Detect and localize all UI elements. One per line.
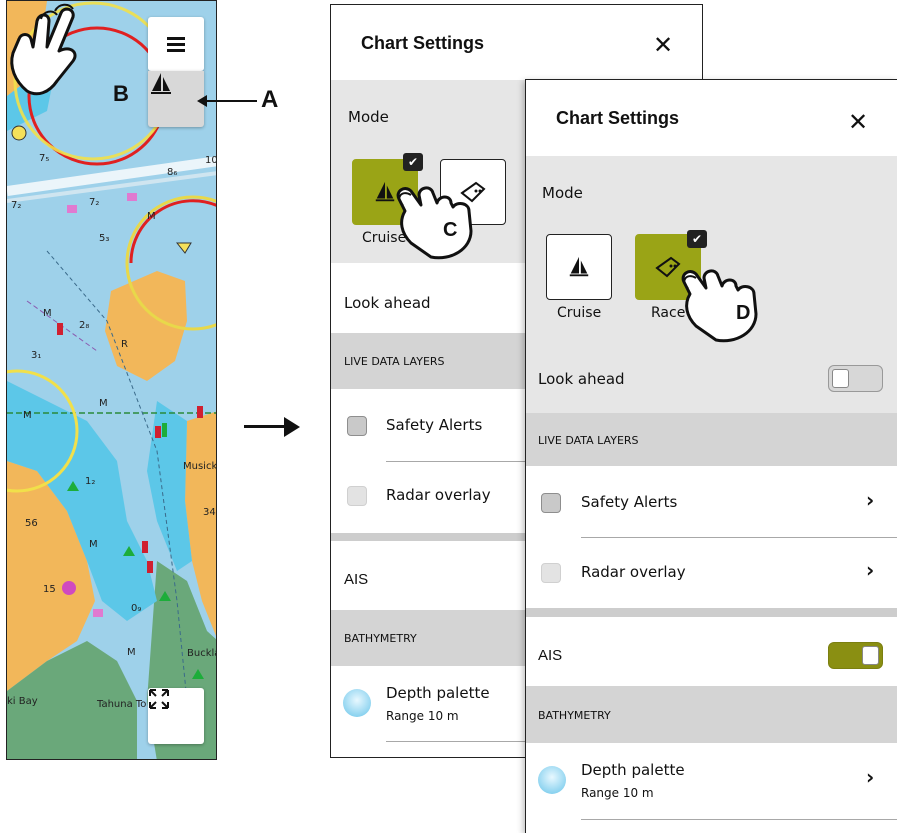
svg-text:56: 56 <box>25 518 38 529</box>
divider <box>581 819 897 820</box>
radar-overlay-label[interactable]: Radar overlay <box>581 563 897 581</box>
check-icon: ✔ <box>687 230 707 248</box>
svg-text:7₅: 7₅ <box>39 153 49 164</box>
pointing-hand-icon <box>396 186 473 260</box>
chart-settings-button[interactable] <box>148 71 204 127</box>
radar-overlay-checkbox[interactable] <box>541 563 561 583</box>
svg-text:7₂: 7₂ <box>89 197 99 208</box>
menu-icon <box>167 34 185 55</box>
svg-text:34: 34 <box>203 507 216 518</box>
panel-title: Chart Settings <box>361 33 485 53</box>
panel-title: Chart Settings <box>556 108 680 128</box>
svg-text:M: M <box>23 410 32 421</box>
toggle-knob <box>832 369 849 388</box>
cruise-label: Cruise <box>557 305 602 321</box>
depth-palette-icon <box>538 766 566 794</box>
pointing-hand-icon <box>10 3 77 96</box>
svg-text:R: R <box>121 339 128 350</box>
svg-text:2₈: 2₈ <box>79 320 89 331</box>
cruise-mode-button[interactable] <box>546 234 612 300</box>
close-icon[interactable]: ✕ <box>653 31 673 59</box>
svg-text:M: M <box>147 211 156 222</box>
depth-palette-label[interactable]: Depth palette <box>581 761 897 779</box>
ais-toggle[interactable] <box>828 642 883 669</box>
svg-text:15: 15 <box>43 584 56 595</box>
depth-range-label: Range 10 m <box>581 786 654 800</box>
radar-overlay-checkbox[interactable] <box>347 486 367 506</box>
callout-b: B <box>113 81 129 106</box>
fullscreen-icon <box>149 689 169 709</box>
chevron-right-icon[interactable]: › <box>866 558 874 582</box>
svg-text:3₁: 3₁ <box>31 350 41 361</box>
sailboat-icon <box>151 73 171 94</box>
sailboat-icon <box>569 256 589 277</box>
chevron-right-icon[interactable]: › <box>866 488 874 512</box>
svg-text:M: M <box>89 539 98 550</box>
close-icon[interactable]: ✕ <box>848 108 868 136</box>
pointing-hand-icon <box>681 269 758 343</box>
svg-text:10: 10 <box>205 155 217 166</box>
chart-settings-panel: Chart Settings ✕ Mode ✔ Cruise Race D Lo… <box>525 79 897 833</box>
menu-button[interactable] <box>148 17 204 71</box>
svg-text:Buckla: Buckla <box>187 648 217 659</box>
look-ahead-toggle[interactable] <box>828 365 883 392</box>
callout-a-line <box>201 100 257 102</box>
svg-text:7₂: 7₂ <box>11 200 21 211</box>
svg-text:M: M <box>99 398 108 409</box>
spacer <box>526 608 897 617</box>
svg-text:Tahuna To: Tahuna To <box>96 699 146 710</box>
check-icon: ✔ <box>403 153 423 171</box>
callout-a: A <box>261 86 279 113</box>
svg-text:8₆: 8₆ <box>167 167 177 178</box>
toggle-knob <box>862 646 879 665</box>
svg-text:ki Bay: ki Bay <box>7 696 38 707</box>
svg-text:Musick Po: Musick Po <box>183 461 217 472</box>
svg-text:5₃: 5₃ <box>99 233 109 244</box>
chart-map[interactable]: 7₅ 8₆ 7₂ 7₂ 5₃ 2₈ 3₁ 1₂ 56 15 0₉ 34 10 M… <box>6 0 217 760</box>
svg-text:M: M <box>43 308 52 319</box>
callout-c: C <box>443 219 458 241</box>
safety-alerts-label[interactable]: Safety Alerts <box>581 493 897 511</box>
callout-d: D <box>736 302 751 324</box>
safety-alerts-checkbox[interactable] <box>541 493 561 513</box>
transition-arrow <box>244 425 286 428</box>
fullscreen-button[interactable] <box>148 688 204 744</box>
svg-text:0₉: 0₉ <box>131 603 141 614</box>
live-data-layers-header: LIVE DATA LAYERS <box>526 413 897 466</box>
depth-palette-icon <box>343 689 371 717</box>
divider <box>581 537 897 538</box>
svg-text:M: M <box>127 647 136 658</box>
bathymetry-header: BATHYMETRY <box>526 686 897 743</box>
mode-label: Mode <box>542 184 583 202</box>
transition-arrowhead <box>284 417 300 437</box>
safety-alerts-checkbox[interactable] <box>347 416 367 436</box>
svg-text:1₂: 1₂ <box>85 476 95 487</box>
chevron-right-icon[interactable]: › <box>866 765 874 789</box>
